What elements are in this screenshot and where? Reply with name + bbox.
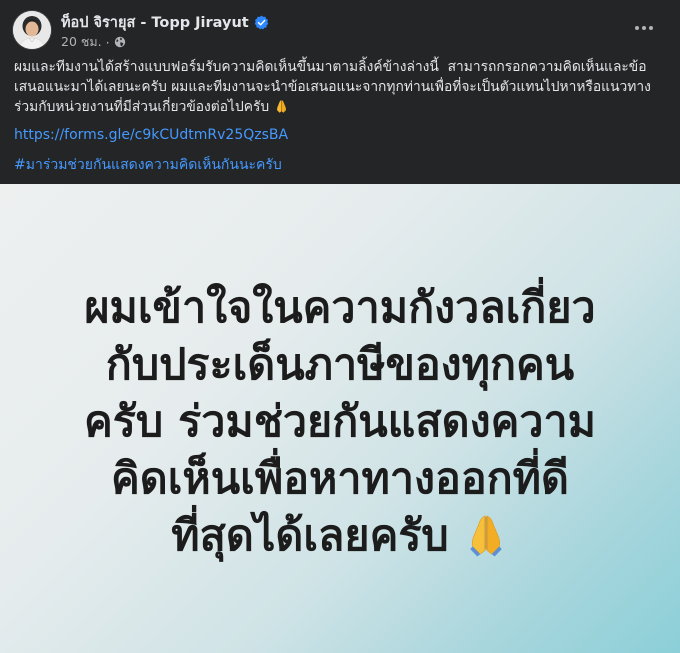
post-meta: 20 ชม. · xyxy=(61,32,126,52)
verified-badge-icon xyxy=(254,15,269,30)
image-line-1: ผมเข้าใจในความกังวลเกี่ยว xyxy=(84,283,596,333)
more-options-icon[interactable] xyxy=(630,14,658,42)
post-body: ผมและทีมงานได้สร้างแบบฟอร์มรับความคิดเห็… xyxy=(14,57,666,117)
image-line-4: คิดเห็นเพื่อหาทางออกที่ดี xyxy=(111,454,569,504)
image-line-5-wrap: ที่สุดได้เลยครับ xyxy=(0,508,680,565)
post-image[interactable]: ผมเข้าใจในความกังวลเกี่ยว กับประเด็นภาษี… xyxy=(0,184,680,653)
globe-icon[interactable] xyxy=(114,36,126,48)
author-name[interactable]: ท็อป จิรายุส - Topp Jirayut xyxy=(61,11,249,34)
meta-separator: · xyxy=(105,34,110,50)
folded-hands-icon xyxy=(463,512,509,558)
image-caption: ผมเข้าใจในความกังวลเกี่ยว กับประเด็นภาษี… xyxy=(0,280,680,565)
image-line-5: ที่สุดได้เลยครับ xyxy=(171,511,449,561)
avatar-photo xyxy=(13,11,51,49)
avatar[interactable] xyxy=(13,11,51,49)
post-body-text: ผมและทีมงานได้สร้างแบบฟอร์มรับความคิดเห็… xyxy=(14,59,651,115)
hashtag-link[interactable]: #มาร่วมช่วยกันแสดงความคิดเห็นกันนะครับ xyxy=(14,154,282,176)
post-timestamp[interactable]: 20 ชม. xyxy=(61,32,102,52)
author-row: ท็อป จิรายุส - Topp Jirayut xyxy=(61,11,269,34)
post-header: ท็อป จิรายุส - Topp Jirayut 20 ชม. · xyxy=(0,0,680,52)
folded-hands-icon xyxy=(274,99,289,114)
image-line-3: ครับ ร่วมช่วยกันแสดงความ xyxy=(84,397,596,447)
facebook-post: ท็อป จิรายุส - Topp Jirayut 20 ชม. · ผมแ… xyxy=(0,0,680,653)
image-line-2: กับประเด็นภาษีของทุกคน xyxy=(105,340,575,390)
form-link[interactable]: https://forms.gle/c9kCUdtmRv25QzsBA xyxy=(14,127,288,143)
